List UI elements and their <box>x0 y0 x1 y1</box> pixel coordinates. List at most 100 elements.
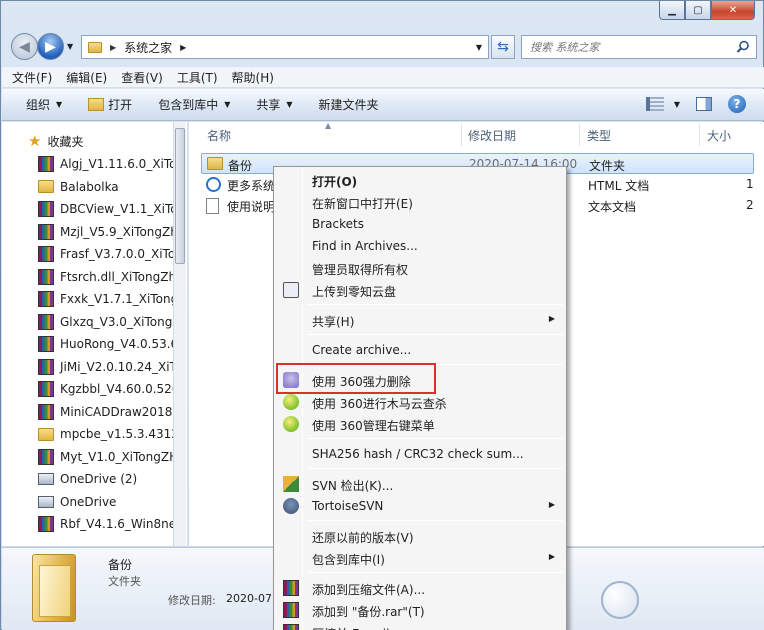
menu-view[interactable]: 查看(V) <box>121 69 163 86</box>
nav-item[interactable]: Mzjl_V5.9_XiTongZh <box>38 221 178 243</box>
nav-item-label: HuoRong_V4.0.53.6 <box>60 337 179 351</box>
column-type-label: 类型 <box>587 128 612 143</box>
menu-separator <box>307 468 563 469</box>
open-button[interactable]: 打开 <box>88 96 132 113</box>
menu-tools[interactable]: 工具(T) <box>177 69 218 86</box>
minimize-button[interactable]: ▁ <box>659 1 685 20</box>
onedrive-icon <box>38 473 54 485</box>
context-menu-item[interactable]: 添加到压缩文件(A)... <box>277 577 563 599</box>
nav-item[interactable]: Rbf_V4.1.6_Win8net <box>38 513 181 535</box>
context-menu-item-label: 还原以前的版本(V) <box>312 531 414 545</box>
refresh-button[interactable]: ⇆ <box>491 35 515 59</box>
nav-item[interactable]: Algj_V1.11.6.0_XiTo <box>38 153 177 175</box>
nav-item-label: Glxzq_V3.0_XiTongZ <box>60 314 181 329</box>
column-header-size[interactable]: 大小 <box>707 122 731 148</box>
address-bar[interactable]: ▶ 系统之家 ▶ ▼ <box>81 35 489 59</box>
help-icon[interactable]: ? <box>728 95 746 113</box>
nav-item[interactable]: Balabolka <box>38 176 119 198</box>
context-menu-item[interactable]: 使用 360管理右键菜单 <box>277 413 563 435</box>
forward-button[interactable]: ▶ <box>37 33 64 60</box>
column-divider[interactable] <box>461 124 462 146</box>
context-menu-item[interactable]: 压缩并 E-mail... <box>277 621 563 630</box>
context-menu-item-label: 共享(H) <box>312 315 355 329</box>
nav-item-label: Mzjl_V5.9_XiTongZh <box>60 224 178 239</box>
include-library-button[interactable]: 包含到库中 ▼ <box>158 96 230 113</box>
organize-button[interactable]: 组织 ▼ <box>26 96 62 113</box>
nav-item[interactable]: Fxxk_V1.7.1_XiTong <box>38 288 178 310</box>
context-menu-item[interactable]: 在新窗口中打开(E) <box>277 191 563 213</box>
rar-archive-icon <box>38 448 54 465</box>
menu-file[interactable]: 文件(F) <box>12 69 52 86</box>
rar-archive-icon <box>38 336 54 352</box>
breadcrumb-chevron-icon[interactable]: ▶ <box>110 43 116 52</box>
context-menu-item[interactable]: SHA256 hash / CRC32 check sum... <box>277 443 563 465</box>
view-dropdown-icon[interactable]: ▼ <box>674 100 680 109</box>
context-menu-item[interactable]: 使用 360进行木马云查杀 <box>277 391 563 413</box>
search-input[interactable] <box>530 40 730 54</box>
context-menu-item[interactable]: Find in Archives... <box>277 235 563 257</box>
details-type: 文件夹 <box>108 575 141 588</box>
context-menu-item-label: Create archive... <box>312 343 412 357</box>
navigation-pane-scrollbar[interactable] <box>173 122 186 546</box>
preview-pane-icon[interactable] <box>696 97 712 111</box>
navigation-pane: ★ 收藏夹 Algj_V1.11.6.0_XiTo Balabolka DBCVie… <box>2 122 188 546</box>
nav-item[interactable]: MiniCADDraw2018 <box>38 401 172 423</box>
rar-archive-icon <box>38 381 54 397</box>
nav-item[interactable]: HuoRong_V4.0.53.6 <box>38 333 178 355</box>
nav-item[interactable]: Myt_V1.0_XiTongZH <box>38 446 178 468</box>
details-name: 备份 <box>108 558 133 572</box>
nav-item[interactable]: mpcbe_v1.5.3.4312 <box>38 423 179 445</box>
column-divider[interactable] <box>699 124 700 146</box>
folder-icon <box>88 41 102 53</box>
nav-item[interactable]: JiMi_V2.0.10.24_XiT <box>38 356 177 378</box>
nav-item[interactable]: Glxzq_V3.0_XiTongZ <box>38 311 181 333</box>
nav-item[interactable]: Kgzbbl_V4.60.0.520 <box>38 378 179 400</box>
context-menu-item[interactable]: TortoiseSVN ▶ <box>277 495 563 517</box>
menu-edit[interactable]: 编辑(E) <box>66 69 107 86</box>
address-dropdown-icon[interactable]: ▼ <box>476 43 482 52</box>
sort-ascending-icon: ▲ <box>325 121 332 130</box>
column-header-name[interactable]: 名称 <box>207 122 231 148</box>
favorites-header[interactable]: ★ 收藏夹 <box>28 132 83 150</box>
maximize-button[interactable]: ▢ <box>685 1 711 20</box>
nav-item[interactable]: Frasf_V3.7.0.0_XiTo <box>38 243 175 265</box>
nav-item-label: Myt_V1.0_XiTongZH <box>60 449 179 464</box>
context-menu-item-label: 压缩并 E-mail... <box>312 625 401 630</box>
scrollbar-thumb[interactable] <box>175 128 185 264</box>
rar-archive-icon <box>38 223 54 240</box>
nav-item-label: MiniCADDraw2018 <box>60 404 173 419</box>
watermark-logo-icon <box>601 581 639 619</box>
context-menu-item[interactable]: 还原以前的版本(V) <box>277 525 563 547</box>
search-icon[interactable] <box>736 40 750 54</box>
nav-item-label: Ftsrch.dll_XiTongZh <box>60 269 177 284</box>
context-menu-item[interactable]: Brackets <box>277 213 563 235</box>
nav-item[interactable]: OneDrive <box>38 491 116 513</box>
breadcrumb-item[interactable]: 系统之家 <box>124 39 172 56</box>
context-menu-item[interactable]: Create archive... <box>277 339 563 361</box>
menu-help[interactable]: 帮助(H) <box>232 69 274 86</box>
nav-item[interactable]: OneDrive (2) <box>38 468 137 490</box>
nav-item-label: Frasf_V3.7.0.0_XiTo <box>60 247 176 261</box>
breadcrumb-chevron-icon[interactable]: ▶ <box>180 43 186 52</box>
context-menu-item[interactable]: 打开(O) <box>277 169 563 191</box>
column-header-type[interactable]: 类型 <box>587 122 611 148</box>
context-menu-item[interactable]: SVN 检出(K)... <box>277 473 563 495</box>
back-button[interactable]: ◀ <box>11 33 38 60</box>
context-menu-item[interactable]: 添加到 "备份.rar"(T) <box>277 599 563 621</box>
column-header-modified[interactable]: 修改日期 <box>468 122 516 148</box>
context-menu-item[interactable]: 包含到库中(I) ▶ <box>277 547 563 569</box>
nav-item[interactable]: Ftsrch.dll_XiTongZh <box>38 266 176 288</box>
context-menu-item[interactable]: 上传到零知云盘 <box>277 279 563 301</box>
column-divider[interactable] <box>579 124 580 146</box>
share-button[interactable]: 共享 ▼ <box>256 96 292 113</box>
recent-pages-dropdown[interactable]: ▼ <box>67 42 73 51</box>
context-menu-item[interactable]: 管理员取得所有权 <box>277 257 563 279</box>
view-options-icon[interactable] <box>645 97 664 111</box>
column-size-label: 大小 <box>707 128 732 143</box>
new-folder-button[interactable]: 新建文件夹 <box>319 96 379 113</box>
nav-item[interactable]: DBCView_V1.1_XiTo <box>38 198 178 220</box>
nav-item-label: Balabolka <box>60 179 119 194</box>
context-menu-item[interactable]: 共享(H) ▶ <box>277 309 563 331</box>
star-icon: ★ <box>28 132 42 150</box>
close-button[interactable]: ✕ <box>711 1 755 20</box>
